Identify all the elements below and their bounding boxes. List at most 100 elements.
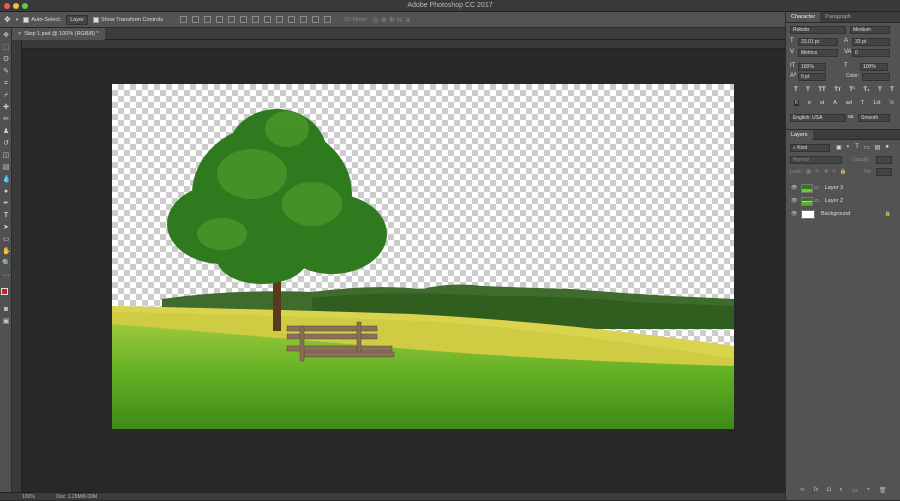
- filter-shape-icon[interactable]: ▭: [864, 144, 870, 151]
- vertical-scale-field[interactable]: 100%: [798, 63, 826, 71]
- align-vcenter-icon[interactable]: [192, 16, 200, 23]
- zoom-level[interactable]: 100%: [22, 494, 35, 500]
- auto-select-checkbox[interactable]: Auto-Select:: [23, 16, 61, 23]
- layer-row[interactable]: 👁 ▭ Layer 2: [786, 195, 900, 207]
- blend-mode-select[interactable]: Normal: [790, 156, 842, 164]
- quick-selection-tool-icon[interactable]: ✎: [2, 68, 10, 76]
- filter-adjustment-icon[interactable]: ◐: [847, 144, 851, 151]
- horizontal-scale-field[interactable]: 100%: [860, 63, 888, 71]
- align-left-icon[interactable]: [216, 16, 224, 23]
- discretionary-ligatures-button[interactable]: st: [820, 100, 824, 106]
- visibility-eye-icon[interactable]: 👁: [791, 185, 797, 191]
- hand-tool-icon[interactable]: ✋: [2, 248, 11, 256]
- filter-toggle-icon[interactable]: ●: [885, 144, 889, 151]
- auto-align-icon[interactable]: [324, 16, 332, 23]
- type-tool-icon[interactable]: T: [2, 212, 10, 220]
- quick-mask-icon[interactable]: ◙: [2, 306, 10, 314]
- tab-character[interactable]: Character: [786, 12, 821, 22]
- text-color-swatch[interactable]: [862, 73, 890, 81]
- foreground-color-swatch[interactable]: [1, 288, 8, 295]
- contextual-alternates-button[interactable]: σ: [808, 100, 811, 106]
- 3d-orbit-icon[interactable]: ◎ ⊕ ✣ ⇆ ⇲: [373, 16, 410, 24]
- blur-tool-icon[interactable]: 💧: [2, 176, 11, 184]
- lock-all-icon[interactable]: 🔒: [840, 169, 847, 176]
- layer-filter-kind-select[interactable]: ⌕ Kind: [790, 144, 830, 152]
- eraser-tool-icon[interactable]: ◫: [2, 152, 10, 160]
- faux-bold-button[interactable]: T: [794, 87, 798, 93]
- lock-transparent-icon[interactable]: ▦: [806, 169, 811, 176]
- document-canvas[interactable]: [112, 84, 734, 429]
- subscript-button[interactable]: T₁: [863, 87, 869, 93]
- pen-tool-icon[interactable]: ✒: [2, 200, 10, 208]
- auto-select-dropdown[interactable]: Layer: [66, 14, 88, 25]
- gradient-tool-icon[interactable]: ▤: [2, 164, 10, 172]
- all-caps-button[interactable]: TT: [818, 87, 825, 93]
- tab-paragraph[interactable]: Paragraph: [820, 12, 856, 22]
- link-layers-icon[interactable]: ∞: [800, 487, 804, 494]
- screen-mode-icon[interactable]: ▣: [2, 318, 10, 326]
- tracking-field[interactable]: 0: [852, 49, 890, 57]
- zoom-tool-icon[interactable]: 🔍: [2, 260, 11, 268]
- tool-preset-chevron-icon[interactable]: ▾: [16, 17, 19, 23]
- distribute-vcenter-icon[interactable]: [264, 16, 272, 23]
- move-tool-icon[interactable]: ✥: [4, 15, 11, 24]
- history-brush-tool-icon[interactable]: ↺: [2, 140, 10, 148]
- horizontal-ruler[interactable]: [22, 40, 785, 49]
- distribute-hcenter-icon[interactable]: [300, 16, 308, 23]
- document-tab[interactable]: × Step 1.psd @ 100% (RGB/8) *: [12, 28, 105, 40]
- distribute-right-icon[interactable]: [312, 16, 320, 23]
- leading-field[interactable]: 33 pt: [852, 38, 890, 46]
- kerning-field[interactable]: Metrics: [798, 49, 838, 57]
- underline-button[interactable]: T: [878, 87, 882, 93]
- lock-artboard-icon[interactable]: ⌗: [832, 169, 835, 176]
- move-tool-icon[interactable]: ✥: [2, 32, 10, 40]
- superscript-button[interactable]: T¹: [849, 87, 855, 93]
- document-size[interactable]: Doc: 1.29M/6.00M: [56, 494, 97, 500]
- faux-italic-button[interactable]: T: [806, 87, 810, 93]
- small-caps-button[interactable]: Tт: [834, 87, 841, 93]
- delete-layer-icon[interactable]: 🗑: [879, 487, 887, 494]
- strikethrough-button[interactable]: T: [890, 87, 894, 93]
- more-tools-icon[interactable]: ···: [2, 272, 10, 280]
- healing-brush-tool-icon[interactable]: ✚: [2, 104, 10, 112]
- add-mask-icon[interactable]: ◘: [827, 487, 831, 494]
- font-style-select[interactable]: Medium: [850, 26, 890, 34]
- lasso-tool-icon[interactable]: ʘ: [2, 56, 10, 64]
- close-tab-icon[interactable]: ×: [18, 28, 21, 40]
- align-bottom-icon[interactable]: [204, 16, 212, 23]
- canvas-area[interactable]: [22, 49, 785, 492]
- adjustment-layer-icon[interactable]: ◐: [840, 487, 844, 494]
- show-transform-controls-checkbox[interactable]: Show Transform Controls: [92, 16, 163, 23]
- align-top-icon[interactable]: [180, 16, 188, 23]
- lock-position-icon[interactable]: ✥: [824, 169, 829, 176]
- align-right-icon[interactable]: [240, 16, 248, 23]
- distribute-left-icon[interactable]: [288, 16, 296, 23]
- fractions-button[interactable]: ½: [889, 100, 894, 106]
- path-selection-tool-icon[interactable]: ➤: [2, 224, 10, 232]
- opacity-field[interactable]: [876, 156, 892, 164]
- font-size-field[interactable]: 23.01 pt: [798, 38, 838, 46]
- eyedropper-tool-icon[interactable]: ⌿: [2, 92, 10, 100]
- tab-layers[interactable]: Layers: [786, 130, 813, 141]
- rectangle-tool-icon[interactable]: ▭: [2, 236, 10, 244]
- fill-field[interactable]: [876, 168, 892, 176]
- distribute-bottom-icon[interactable]: [276, 16, 284, 23]
- vertical-ruler[interactable]: [12, 40, 22, 492]
- language-select[interactable]: English: USA: [790, 114, 846, 122]
- font-family-select[interactable]: Roboto: [790, 26, 846, 34]
- align-hcenter-icon[interactable]: [228, 16, 236, 23]
- filter-smart-object-icon[interactable]: ▤: [875, 144, 881, 151]
- swash-button[interactable]: A: [833, 100, 837, 106]
- ligatures-button[interactable]: fi: [794, 100, 799, 106]
- distribute-top-icon[interactable]: [252, 16, 260, 23]
- layer-style-icon[interactable]: fx: [814, 487, 819, 494]
- marquee-tool-icon[interactable]: ⬚: [2, 44, 10, 52]
- filter-type-icon[interactable]: T: [855, 144, 859, 151]
- layer-row[interactable]: 👁 ▭ Layer 3: [786, 182, 900, 194]
- titling-alternates-button[interactable]: T: [861, 100, 864, 106]
- crop-tool-icon[interactable]: ⌗: [2, 80, 10, 88]
- antialias-select[interactable]: Smooth: [858, 114, 890, 122]
- new-layer-icon[interactable]: +: [867, 487, 871, 494]
- visibility-eye-icon[interactable]: 👁: [791, 211, 797, 217]
- visibility-eye-icon[interactable]: 👁: [791, 198, 797, 204]
